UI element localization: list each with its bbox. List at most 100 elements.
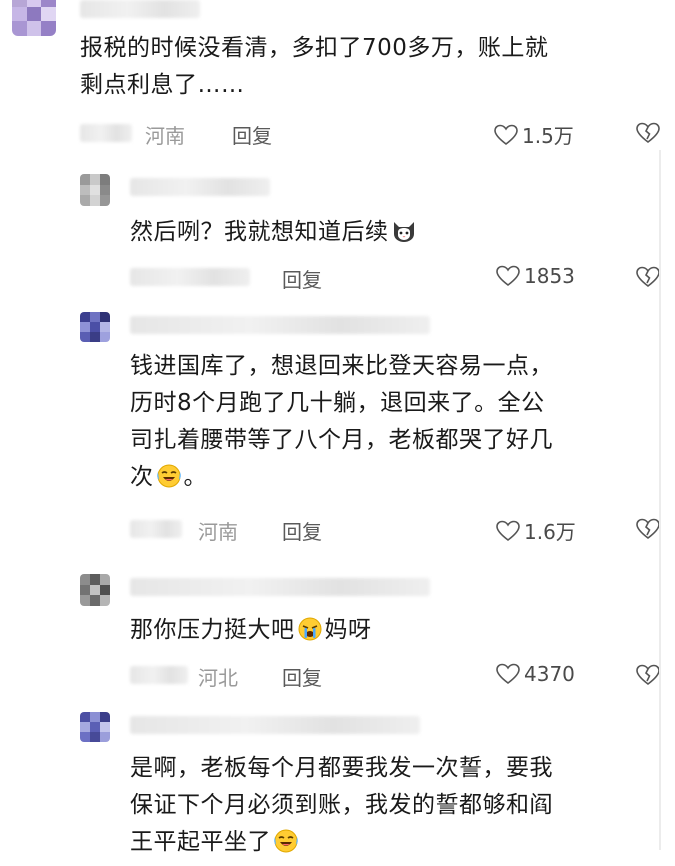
avatar-pixel	[26, 0, 42, 7]
avatar-pixel	[12, 6, 27, 22]
avatar-pixel	[26, 6, 42, 22]
avatar-pixel	[80, 732, 90, 742]
username-blurred[interactable]	[80, 0, 200, 18]
avatar-pixel	[100, 195, 110, 206]
like-count: 4370	[524, 662, 575, 686]
location-text: 河南	[198, 520, 238, 544]
avatar-pixel	[90, 584, 100, 596]
avatar-pixel	[100, 712, 110, 722]
laughing-crying-emoji	[273, 828, 299, 854]
comment-meta: 河南 回复 1.6万	[0, 514, 675, 544]
cat-face-emoji	[391, 218, 417, 244]
reply-button[interactable]: 回复	[282, 264, 322, 293]
avatar-pixel	[80, 332, 90, 342]
avatar-pixel	[41, 0, 56, 7]
avatar[interactable]	[80, 574, 110, 606]
avatar-pixel	[80, 712, 90, 722]
avatar-pixel	[80, 322, 90, 332]
dislike-button[interactable]	[636, 664, 660, 686]
avatar-pixel	[90, 312, 100, 322]
dislike-button[interactable]	[636, 518, 660, 540]
avatar-pixel	[100, 732, 110, 742]
like-count: 1853	[524, 264, 575, 288]
avatar-pixel	[26, 21, 42, 36]
dislike-button[interactable]	[636, 122, 660, 144]
broken-heart-icon	[636, 518, 660, 540]
avatar-pixel	[80, 574, 90, 585]
like-count: 1.6万	[524, 520, 576, 544]
username-blurred[interactable]	[130, 578, 430, 596]
comment-meta: 河北 回复 4370	[0, 660, 675, 690]
timestamp-blurred	[130, 268, 250, 286]
timestamp-blurred	[80, 124, 132, 142]
avatar[interactable]	[12, 0, 56, 36]
comment-meta: 回复 1853	[0, 262, 675, 292]
avatar-pixel	[90, 574, 100, 585]
avatar-pixel	[90, 722, 100, 732]
avatar-pixel	[100, 184, 110, 196]
avatar-pixel	[41, 6, 56, 22]
avatar-pixel	[90, 195, 100, 206]
avatar-pixel	[100, 574, 110, 585]
comment-text: 报税的时候没看清，多扣了700多万，账上就 剩点利息了……	[80, 35, 549, 98]
comment-text: 是啊，老板每个月都要我发一次誓，要我 保证下个月必须到账，我发的誓都够和阎 王平…	[130, 755, 553, 855]
heart-icon	[496, 663, 520, 685]
username-blurred[interactable]	[130, 716, 420, 734]
timestamp-blurred	[130, 666, 188, 684]
username-blurred[interactable]	[130, 178, 270, 196]
avatar-pixel	[100, 312, 110, 322]
avatar-pixel	[100, 722, 110, 732]
timestamp-blurred	[130, 520, 182, 538]
avatar-pixel	[90, 322, 100, 332]
avatar-pixel	[80, 595, 90, 606]
like-button[interactable]: 1.5万	[494, 120, 574, 149]
broken-heart-icon	[636, 266, 660, 288]
avatar-pixel	[12, 21, 27, 36]
avatar-pixel	[100, 322, 110, 332]
avatar-pixel	[12, 0, 27, 7]
avatar-pixel	[90, 595, 100, 606]
avatar-pixel	[90, 732, 100, 742]
avatar-pixel	[90, 712, 100, 722]
avatar[interactable]	[80, 312, 110, 342]
avatar-pixel	[41, 21, 56, 36]
like-button[interactable]: 1853	[496, 264, 575, 288]
heart-icon	[496, 520, 520, 542]
reply-button[interactable]: 回复	[232, 120, 272, 149]
avatar-pixel	[100, 332, 110, 342]
avatar-pixel	[90, 184, 100, 196]
avatar-pixel	[100, 595, 110, 606]
username-blurred[interactable]	[130, 316, 430, 334]
avatar-pixel	[80, 722, 90, 732]
heart-icon	[494, 124, 518, 146]
comment-text: 钱进国库了，想退回来比登天容易一点， 历时8个月跑了几十躺，退回来了。全公 司扎…	[130, 353, 553, 490]
heart-icon	[496, 265, 520, 287]
crying-emoji	[297, 616, 323, 642]
like-count: 1.5万	[522, 124, 574, 148]
dislike-button[interactable]	[636, 266, 660, 288]
comment-meta: 河南 回复 1.5万	[0, 118, 675, 148]
location-text: 河北	[198, 666, 238, 690]
reply-button[interactable]: 回复	[282, 662, 322, 691]
avatar-pixel	[80, 584, 90, 596]
avatar[interactable]	[80, 712, 110, 742]
broken-heart-icon	[636, 122, 660, 144]
avatar-pixel	[80, 195, 90, 206]
avatar[interactable]	[80, 174, 110, 206]
avatar-pixel	[100, 174, 110, 185]
avatar-pixel	[80, 184, 90, 196]
avatar-pixel	[90, 174, 100, 185]
avatar-pixel	[90, 332, 100, 342]
avatar-pixel	[100, 584, 110, 596]
comment-text: 那你压力挺大吧 妈呀	[130, 616, 372, 643]
location-text: 河南	[145, 124, 185, 148]
reply-button[interactable]: 回复	[282, 516, 322, 545]
like-button[interactable]: 1.6万	[496, 516, 576, 545]
like-button[interactable]: 4370	[496, 662, 575, 686]
scroll-indicator[interactable]	[659, 150, 661, 850]
laughing-crying-emoji	[156, 463, 182, 489]
avatar-pixel	[80, 174, 90, 185]
avatar-pixel	[80, 312, 90, 322]
comment-text: 然后咧？我就想知道后续	[130, 214, 640, 251]
broken-heart-icon	[636, 664, 660, 686]
